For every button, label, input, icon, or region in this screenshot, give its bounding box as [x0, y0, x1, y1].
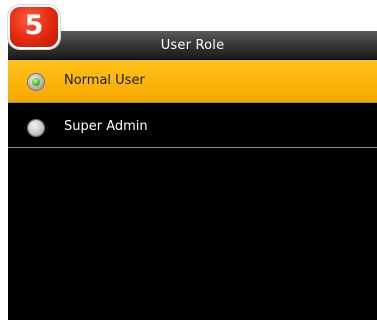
page-title: User Role — [160, 38, 225, 53]
option-label: Normal User — [64, 73, 145, 88]
device-frame: 5 User Role Normal User Super Admin — [0, 0, 377, 320]
divider — [8, 147, 377, 148]
radio-selected-icon — [28, 74, 44, 90]
device-screen: User Role Normal User Super Admin — [8, 31, 377, 320]
option-super-admin[interactable]: Super Admin — [8, 106, 377, 148]
divider — [8, 102, 377, 103]
radio-dot-icon — [32, 78, 40, 86]
title-bar: User Role — [8, 31, 377, 60]
option-normal-user[interactable]: Normal User — [8, 60, 377, 102]
step-number: 5 — [24, 10, 44, 41]
option-label: Super Admin — [64, 119, 148, 134]
step-number-badge: 5 — [8, 5, 60, 49]
radio-unselected-icon — [28, 120, 44, 136]
